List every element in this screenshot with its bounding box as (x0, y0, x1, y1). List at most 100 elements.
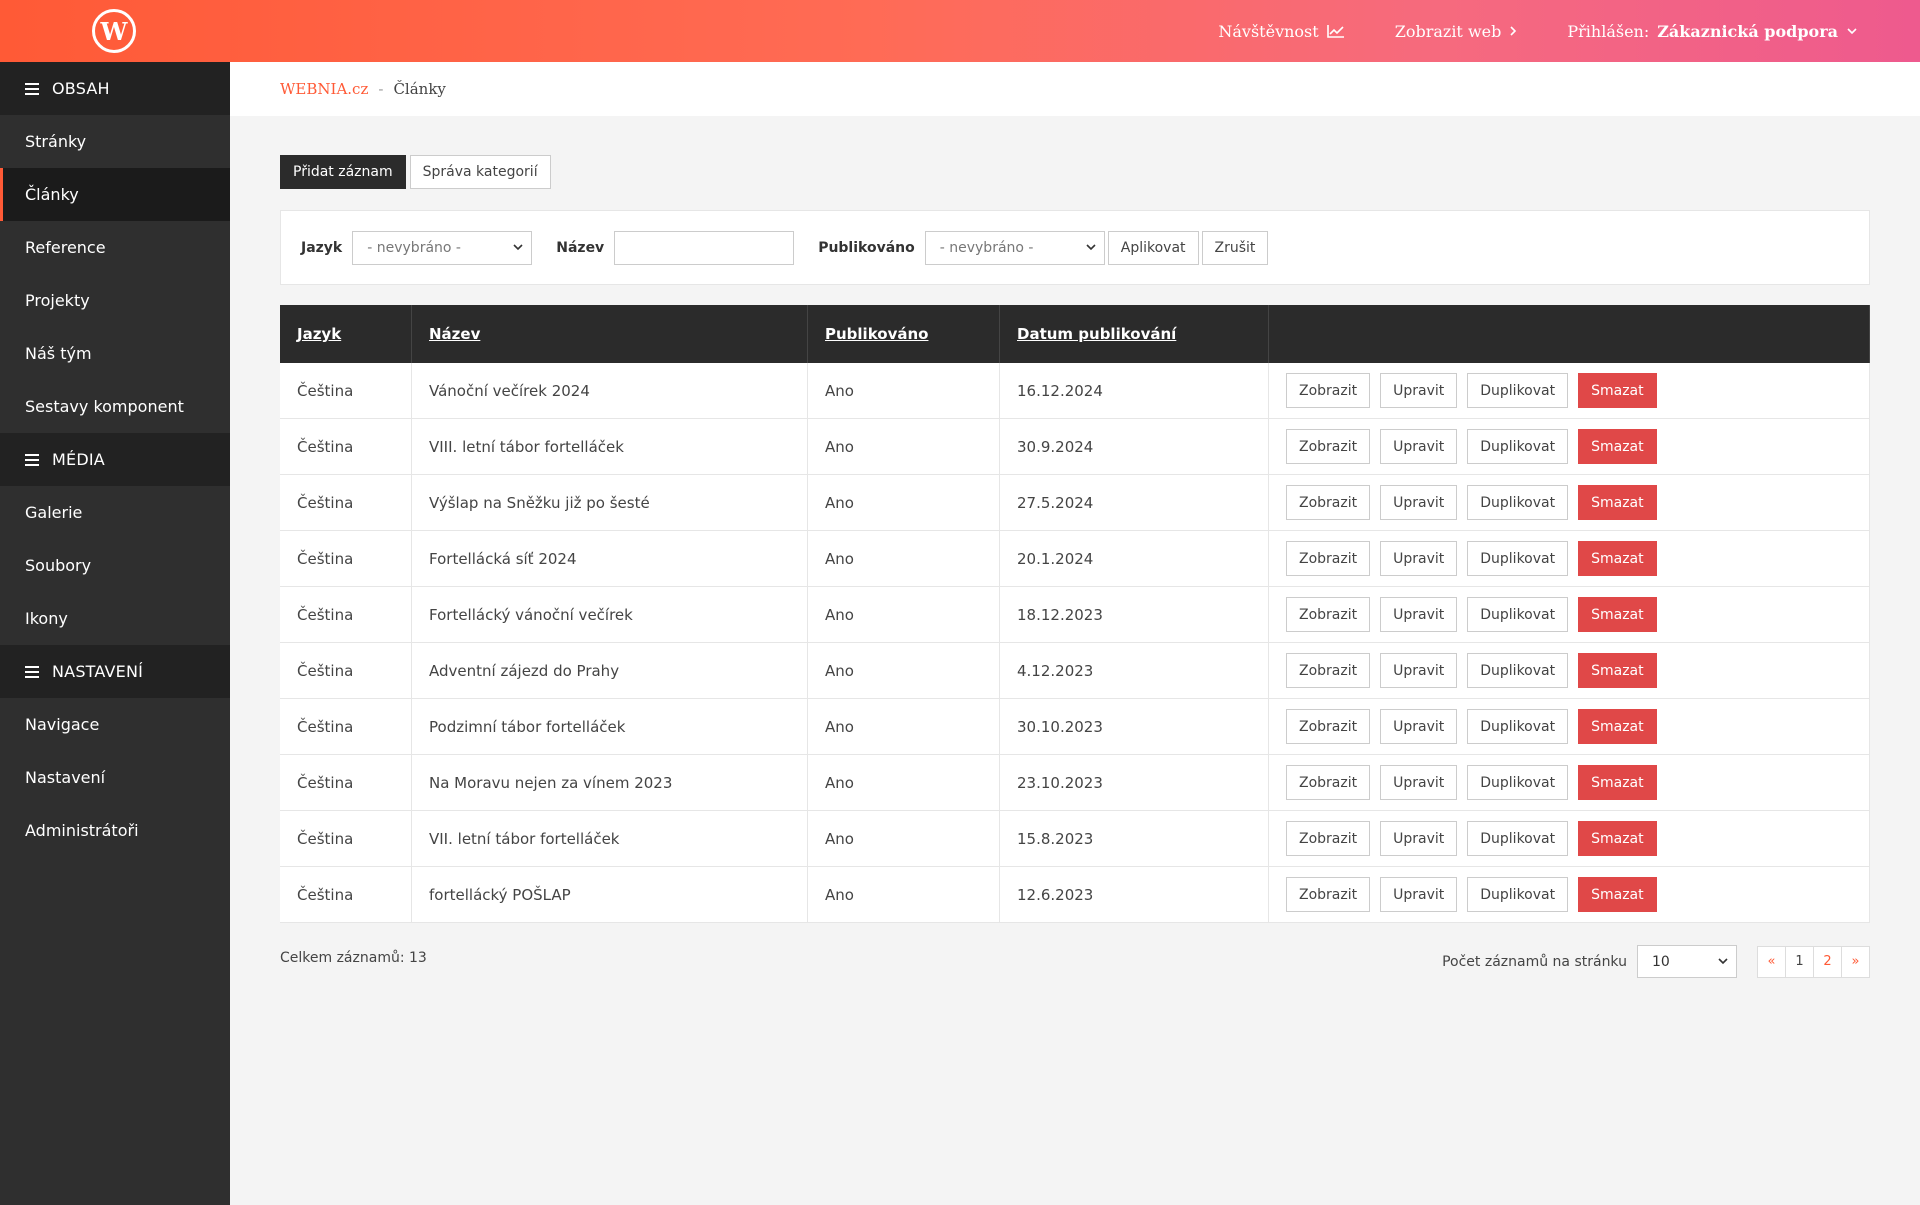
sidebar-section-content[interactable]: OBSAH (0, 62, 230, 115)
column-header-name[interactable]: Název (411, 305, 808, 363)
column-header-published[interactable]: Publikováno (807, 305, 1000, 363)
view-button[interactable]: Zobrazit (1286, 597, 1371, 632)
pager-page-2[interactable]: 2 (1814, 946, 1842, 977)
duplicate-button[interactable]: Duplikovat (1467, 429, 1569, 464)
sidebar-item-pages[interactable]: Stránky (0, 115, 230, 168)
action-bar: Přidat záznam Správa kategorií (280, 155, 551, 189)
table-header-row: Jazyk Název Publikováno Datum publikován… (280, 305, 1870, 363)
sidebar-item-files[interactable]: Soubory (0, 539, 230, 592)
sidebar-item-icons[interactable]: Ikony (0, 592, 230, 645)
duplicate-button[interactable]: Duplikovat (1467, 821, 1569, 856)
delete-button[interactable]: Smazat (1578, 485, 1657, 520)
table-row: Čeština Výšlap na Sněžku již po šesté Ano 2… (280, 474, 1870, 531)
delete-button[interactable]: Smazat (1578, 429, 1657, 464)
sidebar-item-component-sets[interactable]: Sestavy komponent (0, 380, 230, 433)
view-button[interactable]: Zobrazit (1286, 485, 1371, 520)
table-row: Čeština Adventní zájezd do Prahy Ano 4.12.2… (280, 642, 1870, 699)
sidebar-item-team[interactable]: Náš tým (0, 327, 230, 380)
cell-name: Vánoční večírek 2024 (411, 363, 808, 419)
view-button[interactable]: Zobrazit (1286, 429, 1371, 464)
view-button[interactable]: Zobrazit (1286, 765, 1371, 800)
logo[interactable]: W (92, 9, 136, 53)
cell-language: Čeština (280, 363, 412, 419)
language-select[interactable]: - nevybráno - (352, 230, 533, 265)
view-button[interactable]: Zobrazit (1286, 877, 1371, 912)
edit-button[interactable]: Upravit (1380, 597, 1458, 632)
view-button[interactable]: Zobrazit (1286, 373, 1371, 408)
pager-page-1[interactable]: 1 (1786, 946, 1814, 977)
sidebar-item-gallery[interactable]: Galerie (0, 486, 230, 539)
edit-button[interactable]: Upravit (1380, 877, 1458, 912)
pager-last[interactable]: » (1842, 946, 1869, 977)
sidebar-item-projects[interactable]: Projekty (0, 274, 230, 327)
add-record-button[interactable]: Přidat záznam (280, 155, 406, 189)
user-menu[interactable]: Přihlášen: Zákaznická podpora (1567, 22, 1858, 41)
edit-button[interactable]: Upravit (1380, 709, 1458, 744)
cell-date: 30.9.2024 (999, 418, 1269, 475)
edit-button[interactable]: Upravit (1380, 653, 1458, 688)
edit-button[interactable]: Upravit (1380, 429, 1458, 464)
duplicate-button[interactable]: Duplikovat (1467, 541, 1569, 576)
sidebar: OBSAH Stránky Články Reference Projekty … (0, 62, 230, 1205)
delete-button[interactable]: Smazat (1578, 709, 1657, 744)
view-button[interactable]: Zobrazit (1286, 653, 1371, 688)
cell-published: Ano (807, 810, 1000, 867)
breadcrumb-root[interactable]: WEBNIA.cz (280, 80, 368, 98)
sidebar-section-settings[interactable]: NASTAVENÍ (0, 645, 230, 698)
per-page-select[interactable]: 10 (1637, 945, 1737, 978)
language-select-value: - nevybráno - (367, 239, 461, 256)
nav-view-web[interactable]: Zobrazit web (1395, 22, 1518, 41)
sidebar-item-navigation[interactable]: Navigace (0, 698, 230, 751)
duplicate-button[interactable]: Duplikovat (1467, 597, 1569, 632)
delete-button[interactable]: Smazat (1578, 541, 1657, 576)
edit-button[interactable]: Upravit (1380, 765, 1458, 800)
filter-panel: Jazyk - nevybráno - Název Publikováno - … (280, 210, 1870, 285)
sidebar-item-references[interactable]: Reference (0, 221, 230, 274)
duplicate-button[interactable]: Duplikovat (1467, 485, 1569, 520)
manage-categories-button[interactable]: Správa kategorií (409, 155, 551, 189)
table-row: Čeština VIII. letní tábor fortelláček Ano 3… (280, 418, 1870, 475)
published-select[interactable]: - nevybráno - (924, 230, 1105, 265)
duplicate-button[interactable]: Duplikovat (1467, 653, 1569, 688)
sidebar-item-articles[interactable]: Články (0, 168, 230, 221)
delete-button[interactable]: Smazat (1578, 597, 1657, 632)
name-input[interactable] (614, 230, 795, 265)
pager-first[interactable]: « (1758, 946, 1786, 977)
duplicate-button[interactable]: Duplikovat (1467, 373, 1569, 408)
column-header-actions (1268, 305, 1870, 363)
nav-traffic[interactable]: Návštěvnost (1218, 22, 1344, 41)
cancel-filter-button[interactable]: Zrušit (1201, 230, 1269, 265)
cell-published: Ano (807, 530, 1000, 587)
cell-date: 27.5.2024 (999, 474, 1269, 531)
duplicate-button[interactable]: Duplikovat (1467, 877, 1569, 912)
delete-button[interactable]: Smazat (1578, 821, 1657, 856)
delete-button[interactable]: Smazat (1578, 877, 1657, 912)
cell-language: Čeština (280, 586, 412, 643)
delete-button[interactable]: Smazat (1578, 653, 1657, 688)
view-button[interactable]: Zobrazit (1286, 541, 1371, 576)
pagination-area: Počet záznamů na stránku 10 « 1 2 » (1442, 945, 1870, 978)
column-header-date[interactable]: Datum publikování (999, 305, 1269, 363)
cell-actions: Zobrazit Upravit Duplikovat Smazat (1268, 474, 1870, 531)
duplicate-button[interactable]: Duplikovat (1467, 765, 1569, 800)
delete-button[interactable]: Smazat (1578, 765, 1657, 800)
cell-actions: Zobrazit Upravit Duplikovat Smazat (1268, 866, 1870, 923)
sidebar-item-admins[interactable]: Administrátoři (0, 804, 230, 857)
total-records: Celkem záznamů: 13 (280, 950, 427, 966)
name-filter-label: Název (556, 239, 605, 256)
edit-button[interactable]: Upravit (1380, 541, 1458, 576)
edit-button[interactable]: Upravit (1380, 485, 1458, 520)
view-button[interactable]: Zobrazit (1286, 821, 1371, 856)
duplicate-button[interactable]: Duplikovat (1467, 709, 1569, 744)
table-row: Čeština Na Moravu nejen za vínem 2023 Ano 2… (280, 754, 1870, 811)
apply-filter-button[interactable]: Aplikovat (1107, 230, 1199, 265)
cell-name: Výšlap na Sněžku již po šesté (411, 474, 808, 531)
edit-button[interactable]: Upravit (1380, 821, 1458, 856)
view-button[interactable]: Zobrazit (1286, 709, 1371, 744)
cell-actions: Zobrazit Upravit Duplikovat Smazat (1268, 642, 1870, 699)
delete-button[interactable]: Smazat (1578, 373, 1657, 408)
sidebar-section-media[interactable]: MÉDIA (0, 433, 230, 486)
column-header-language[interactable]: Jazyk (280, 305, 412, 363)
sidebar-item-settings[interactable]: Nastavení (0, 751, 230, 804)
edit-button[interactable]: Upravit (1380, 373, 1458, 408)
